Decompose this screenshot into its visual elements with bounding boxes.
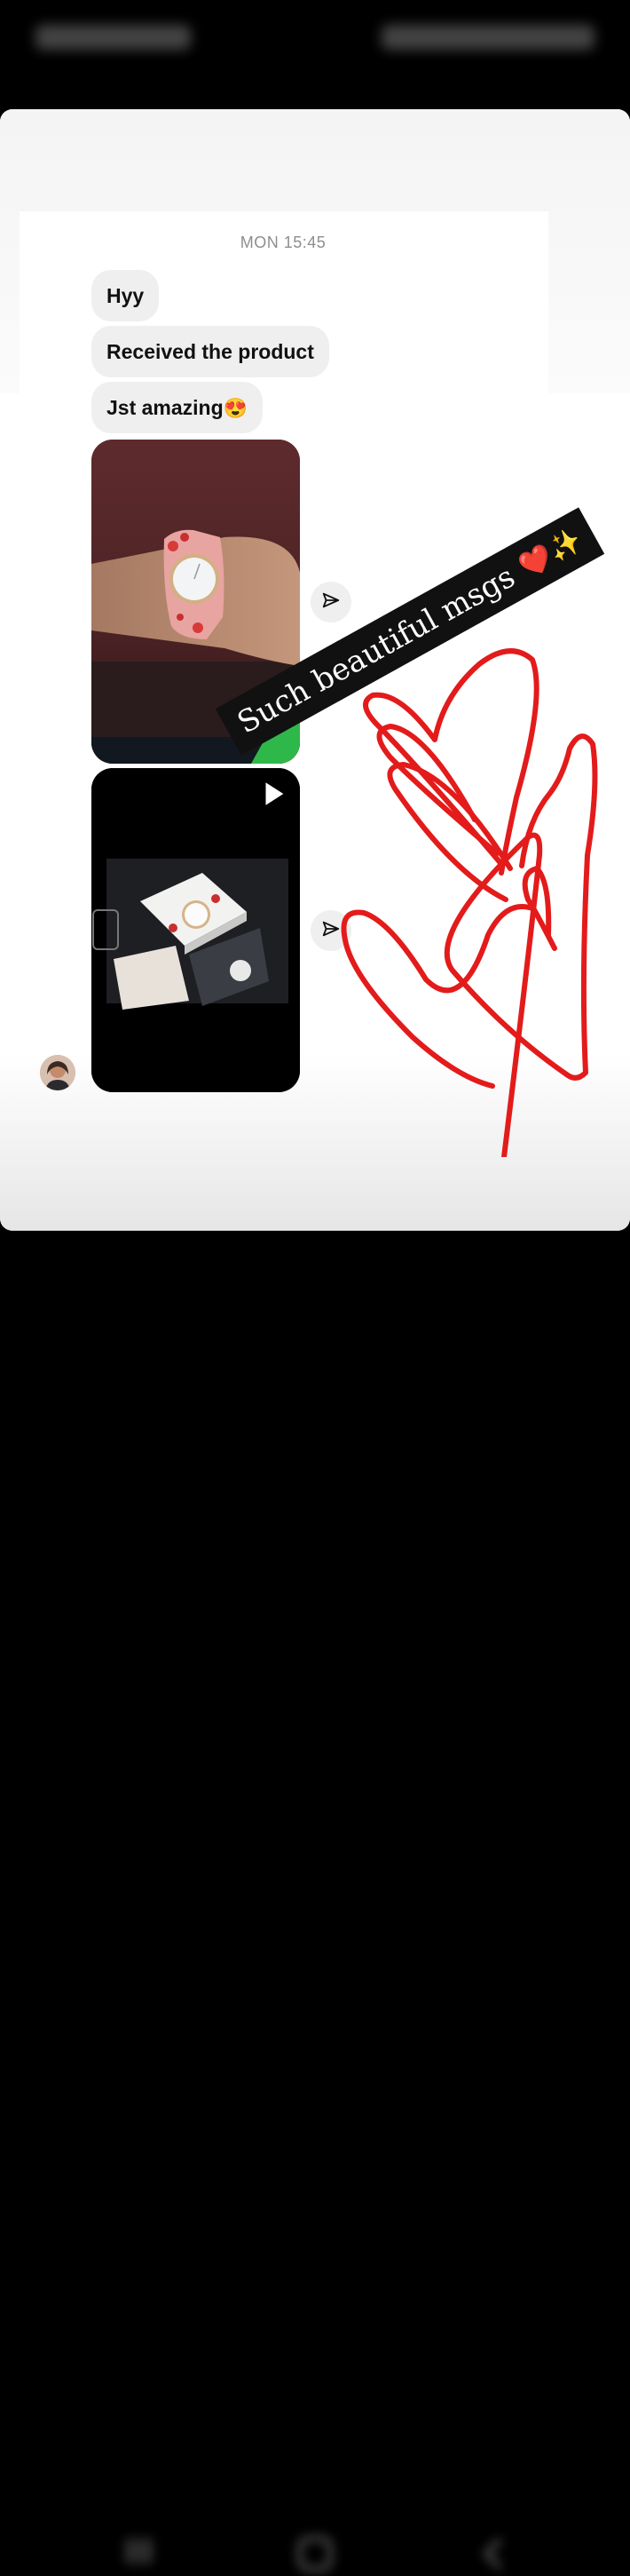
message-text: Jst amazing — [106, 396, 224, 419]
boxed-watch-video-frame — [91, 768, 300, 1092]
message-bubble[interactable]: Received the product — [91, 326, 329, 377]
back-icon[interactable] — [479, 2536, 506, 2576]
heart-sparkles-emoji: ❤️✨ — [514, 523, 587, 583]
play-icon[interactable] — [258, 779, 288, 813]
paper-plane-icon — [321, 590, 341, 614]
heart-eyes-emoji: 😍 — [223, 397, 248, 419]
sender-avatar[interactable] — [40, 1055, 75, 1090]
navigation-bar — [0, 1231, 630, 2572]
message-timestamp: MON 15:45 — [240, 234, 327, 251]
message-bubble[interactable]: Jst amazing😍 — [91, 382, 264, 433]
story-card: MON 15:45 Hyy Received the product Jst a… — [0, 109, 630, 1231]
heart-scribble-drawing — [341, 648, 598, 1157]
status-time-blurred — [35, 25, 191, 50]
message-bubble[interactable]: Hyy — [91, 270, 160, 321]
home-icon[interactable] — [297, 2536, 333, 2576]
video-message[interactable] — [91, 768, 300, 1092]
status-bar — [0, 0, 630, 80]
message-text: Received the product — [106, 340, 314, 363]
status-icons-blurred — [382, 25, 595, 50]
share-button[interactable] — [311, 582, 351, 622]
message-text: Hyy — [106, 284, 145, 307]
recent-apps-icon[interactable] — [124, 2536, 154, 2571]
